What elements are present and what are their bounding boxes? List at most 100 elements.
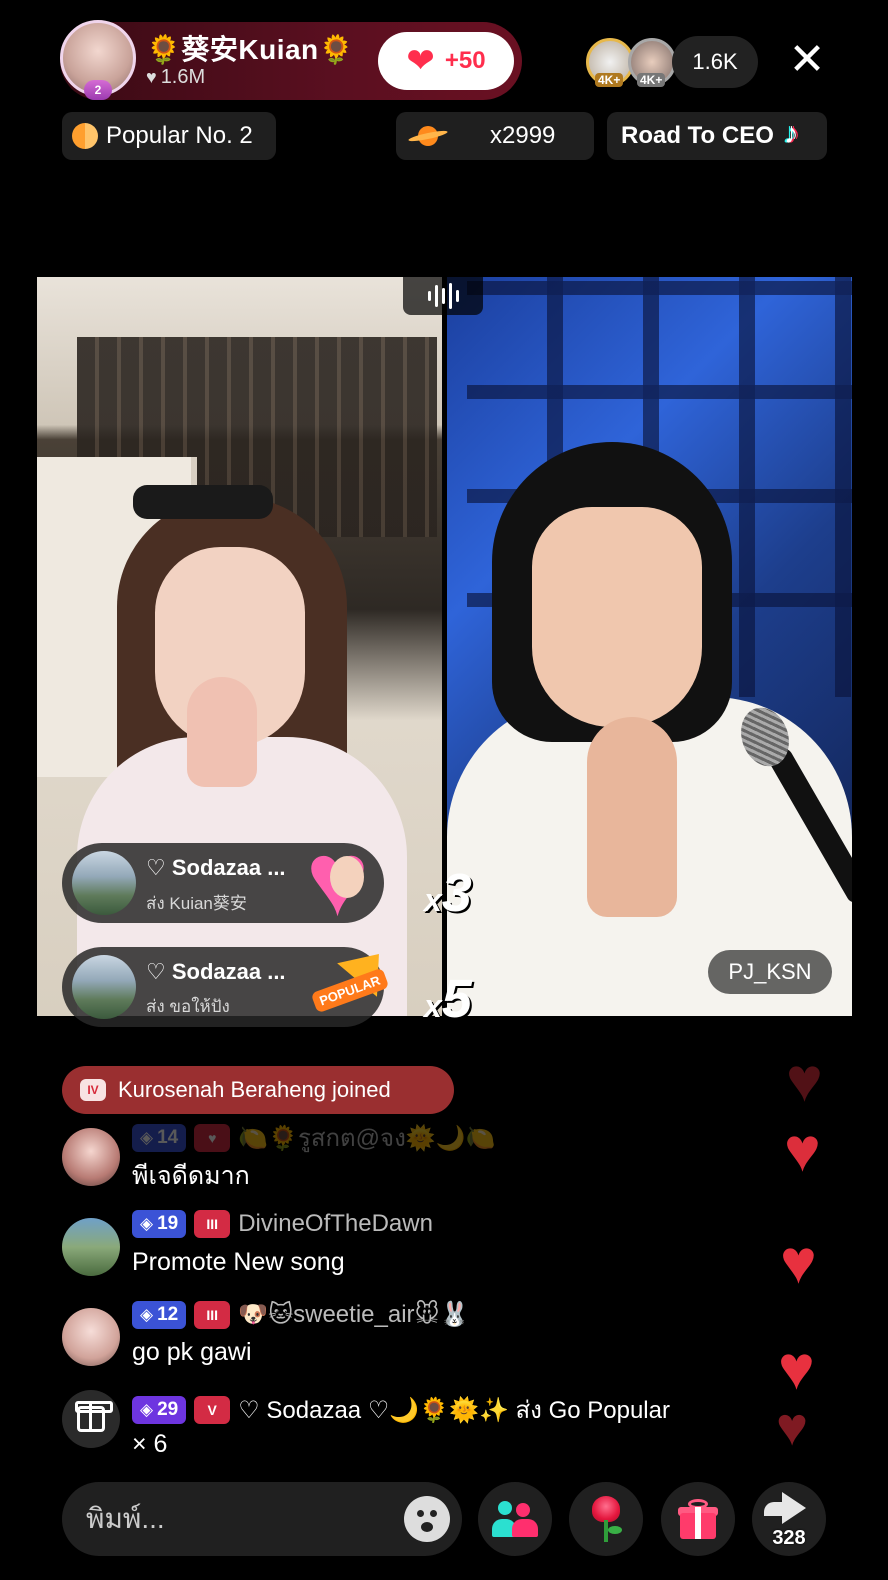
emoji-mouth bbox=[421, 1522, 433, 1532]
gift-subtitle: ส่ง Kuian葵安 bbox=[146, 894, 247, 913]
gift-multiplier-x: x bbox=[424, 882, 442, 918]
sunglasses bbox=[133, 485, 273, 519]
user-level: 19 bbox=[157, 1213, 179, 1234]
emoji-icon[interactable] bbox=[404, 1496, 450, 1542]
popular-rank-label: Popular No. 2 bbox=[106, 122, 253, 149]
gift-subtitle: ส่ง ขอให้ปัง bbox=[146, 997, 230, 1016]
chat-meta: ◈ 14 ♥ 🍋🌻รูสกต@จง🌞🌙🍋 bbox=[132, 1118, 495, 1157]
gift-icon bbox=[75, 1401, 113, 1432]
chat-text: Promote New song bbox=[132, 1248, 345, 1276]
guest-name-tag[interactable]: PJ_KSN bbox=[708, 950, 832, 994]
fan-badge: ♥ bbox=[194, 1123, 231, 1152]
close-icon[interactable]: ✕ bbox=[786, 38, 828, 82]
heart-icon: ❤ bbox=[406, 42, 435, 80]
user-level: 29 bbox=[157, 1398, 179, 1420]
popular-rank-chip[interactable]: Popular No. 2 bbox=[62, 112, 276, 160]
floating-heart-icon: ♥ bbox=[780, 1228, 817, 1297]
heart-doll-gift-icon bbox=[306, 826, 390, 932]
user-level-badge: ◈ 14 bbox=[132, 1123, 187, 1152]
wave-bar bbox=[448, 283, 452, 309]
chat-avatar[interactable] bbox=[62, 1128, 120, 1186]
diamond-icon: ◈ bbox=[140, 1127, 154, 1147]
share-button[interactable]: 328 bbox=[752, 1482, 826, 1556]
like-button[interactable]: ❤ +50 bbox=[378, 32, 514, 90]
fan-badge: III bbox=[194, 1300, 231, 1329]
diamond-icon: ◈ bbox=[140, 1304, 154, 1324]
comment-input[interactable]: พิมพ์... bbox=[62, 1482, 462, 1556]
wave-bar bbox=[441, 288, 445, 304]
gift-multiplier: x3 bbox=[424, 862, 472, 924]
gift-message-icon bbox=[62, 1390, 120, 1448]
person-head bbox=[516, 1503, 530, 1517]
gift-multiplier-count: 5 bbox=[441, 969, 472, 1029]
guest-person-hands bbox=[587, 717, 677, 917]
fan-badge: V bbox=[194, 1395, 231, 1424]
comment-placeholder: พิมพ์... bbox=[86, 1503, 165, 1534]
chat-username[interactable]: DivineOfTheDawn bbox=[238, 1210, 433, 1238]
floating-heart-icon: ♥ bbox=[784, 1116, 821, 1185]
floating-heart-icon: ♥ bbox=[786, 1046, 823, 1115]
gift-multiplier-chip[interactable]: x2999 bbox=[396, 112, 594, 160]
top-viewer-avatar[interactable]: 4K+ bbox=[628, 38, 676, 87]
sender-name: ♡ Sodazaa ... bbox=[146, 855, 286, 880]
chat-meta: ◈ 12 III 🐶🐱sweetie_air🐭🐰 bbox=[132, 1300, 469, 1329]
rose-gift-button[interactable] bbox=[569, 1482, 643, 1556]
heart-icon: ♥ bbox=[146, 67, 157, 87]
wave-bar bbox=[455, 290, 459, 302]
viewer-badge: 4K+ bbox=[637, 73, 666, 87]
fan-level-badge: IV bbox=[80, 1079, 106, 1101]
host-likes-count: 1.6M bbox=[160, 66, 206, 88]
planet-icon bbox=[408, 124, 448, 148]
person-body bbox=[512, 1519, 538, 1537]
guest-video-pane[interactable] bbox=[447, 277, 852, 1016]
gift-multiplier-x: x bbox=[424, 988, 442, 1024]
chat-text: × 6 bbox=[132, 1430, 168, 1458]
fan-badge: III bbox=[194, 1210, 231, 1238]
chat-username[interactable]: 🐶🐱sweetie_air🐭🐰 bbox=[238, 1300, 469, 1329]
join-notification: IV Kurosenah Beraheng joined bbox=[62, 1066, 454, 1114]
chat-meta: ◈ 19 III DivineOfTheDawn bbox=[132, 1210, 433, 1238]
floating-heart-icon: ♥ bbox=[778, 1334, 815, 1403]
chat-text: พีเจดีดมาก bbox=[132, 1162, 250, 1190]
gift-multiplier-label: x2999 bbox=[490, 122, 556, 149]
share-icon bbox=[782, 1492, 806, 1524]
wave-bar bbox=[434, 285, 438, 307]
tiktok-icon bbox=[784, 117, 810, 151]
gift-multiplier-count: 3 bbox=[441, 863, 472, 923]
join-text: Kurosenah Beraheng joined bbox=[118, 1077, 391, 1102]
road-to-ceo-chip[interactable]: Road To CEO bbox=[607, 112, 827, 160]
chat-avatar[interactable] bbox=[62, 1308, 120, 1366]
gift-icon bbox=[678, 1499, 718, 1539]
sender-avatar bbox=[72, 955, 136, 1019]
rose-bloom bbox=[592, 1496, 620, 1522]
collab-icon bbox=[492, 1501, 538, 1537]
chat-username[interactable]: ♡ Sodazaa ♡🌙🌻🌞✨ ส่ง Go Popular bbox=[238, 1390, 670, 1429]
collab-button[interactable] bbox=[478, 1482, 552, 1556]
viewer-badge: 4K+ bbox=[595, 73, 624, 87]
user-level: 12 bbox=[157, 1303, 179, 1325]
chat-text: go pk gawi bbox=[132, 1338, 252, 1366]
viewer-count[interactable]: 1.6K bbox=[672, 36, 758, 88]
gift-ribbon bbox=[695, 1507, 701, 1539]
sender-avatar bbox=[72, 851, 136, 915]
road-to-ceo-label: Road To CEO bbox=[621, 122, 774, 149]
popular-icon bbox=[72, 123, 98, 149]
chat-username[interactable]: 🍋🌻รูสกต@จง🌞🌙🍋 bbox=[238, 1118, 495, 1157]
sender-name: ♡ Sodazaa ... bbox=[146, 959, 286, 984]
wave-bar bbox=[427, 291, 431, 301]
popular-gift-icon: POPULAR bbox=[310, 937, 399, 1020]
floating-heart-icon: ♥ bbox=[776, 1397, 809, 1457]
host-likes: ♥ 1.6M bbox=[146, 66, 205, 89]
gift-button[interactable] bbox=[661, 1482, 735, 1556]
host-name[interactable]: 🌻葵安Kuian🌻 bbox=[146, 28, 354, 68]
host-person-hands bbox=[187, 677, 257, 787]
chat-avatar[interactable] bbox=[62, 1218, 120, 1276]
user-level-badge: ◈ 12 bbox=[132, 1300, 187, 1329]
audio-wave-icon[interactable] bbox=[403, 277, 483, 315]
diamond-icon: ◈ bbox=[140, 1399, 154, 1419]
person-head bbox=[498, 1501, 512, 1515]
guest-person-face bbox=[532, 507, 702, 727]
rose-leaf bbox=[608, 1526, 622, 1534]
host-level-badge: 2 bbox=[84, 80, 112, 100]
top-viewer-avatar[interactable]: 4K+ bbox=[586, 38, 634, 87]
